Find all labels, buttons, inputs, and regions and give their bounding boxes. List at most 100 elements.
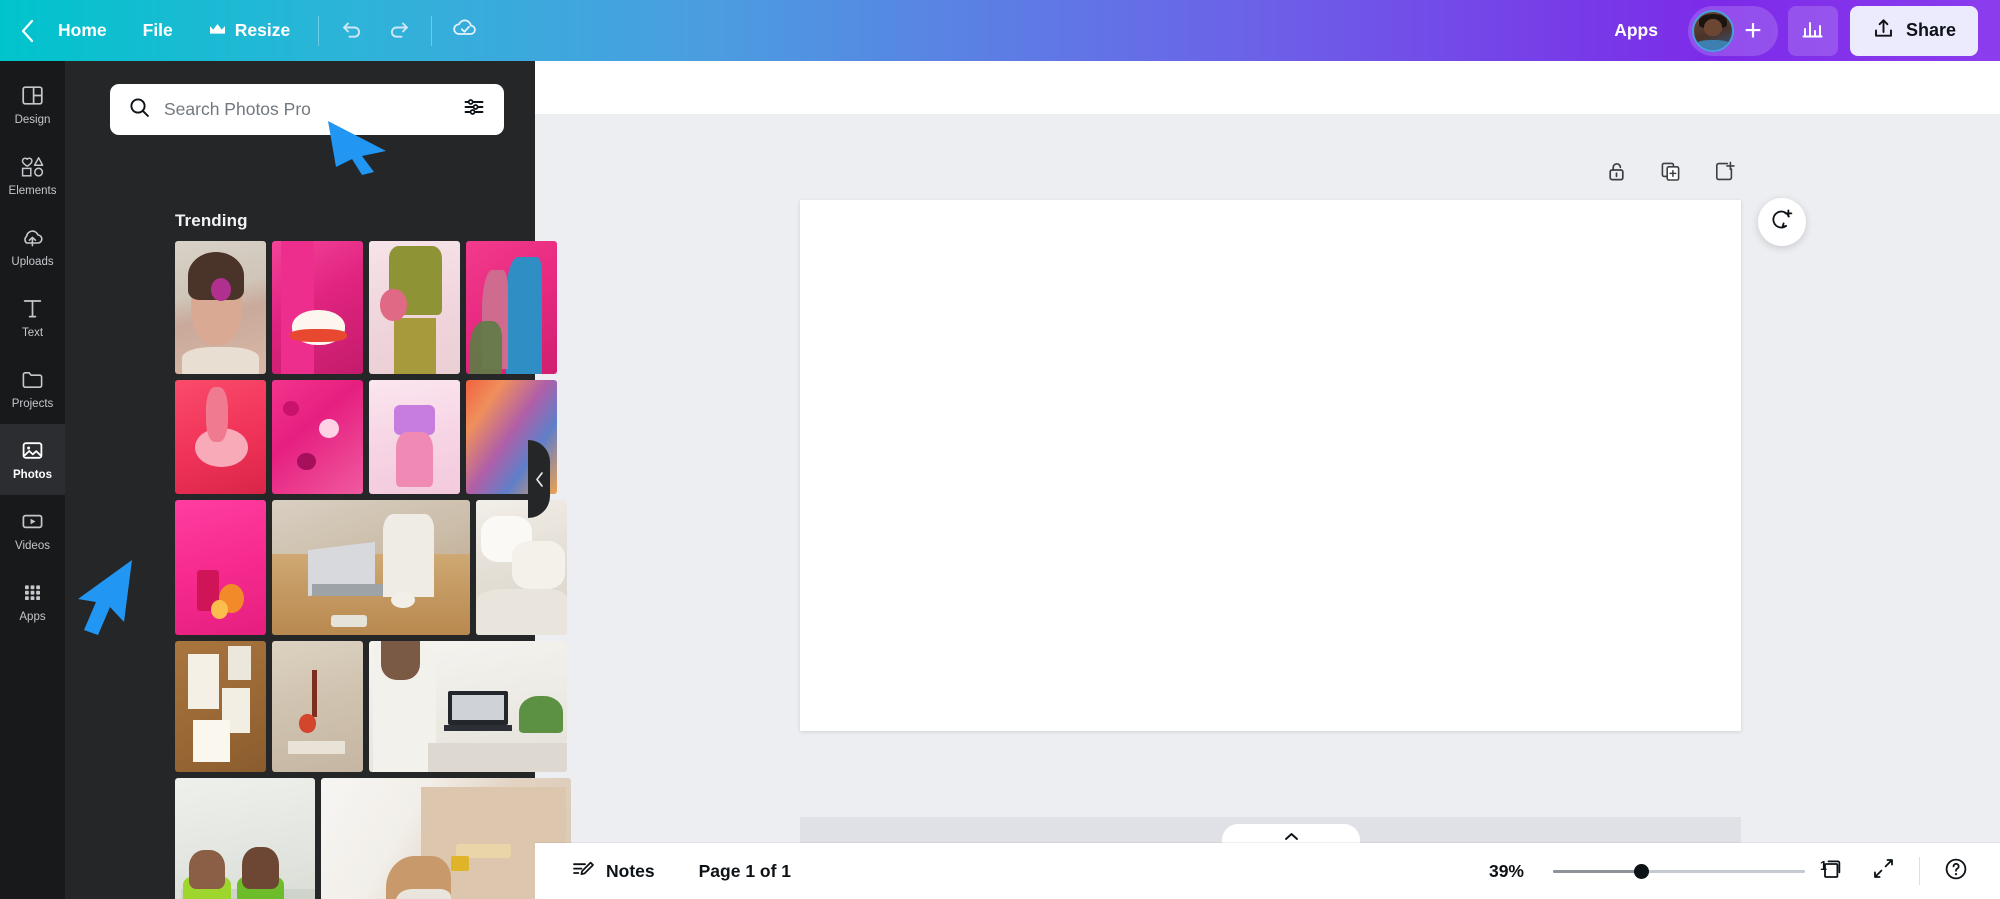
photo-woman-with-orchid-flower[interactable]: [175, 241, 266, 374]
sync-status-button[interactable]: [442, 8, 488, 54]
page-indicator[interactable]: Page 1 of 1: [687, 851, 803, 891]
fullscreen-button[interactable]: [1861, 849, 1905, 893]
photo-pink-confetti-flowers[interactable]: [272, 380, 363, 494]
redo-arrow-icon: [386, 16, 411, 46]
text-t-icon: [20, 296, 45, 321]
sidebar-item-videos[interactable]: Videos: [0, 495, 65, 566]
apps-menu-button[interactable]: Apps: [1596, 20, 1676, 41]
photo-candle-still-life-beige[interactable]: [272, 641, 363, 772]
layout-icon: [20, 83, 45, 108]
sidebar-label-design: Design: [15, 114, 51, 126]
design-page-canvas[interactable]: [800, 200, 1741, 731]
duplicate-page-icon: [1659, 160, 1682, 188]
search-bar: [110, 84, 504, 135]
insights-button[interactable]: [1788, 6, 1838, 56]
photo-row: [175, 241, 571, 374]
sidebar-item-uploads[interactable]: Uploads: [0, 211, 65, 282]
lock-page-icon: [1605, 160, 1628, 188]
cloud-check-icon: [451, 14, 479, 47]
account-group[interactable]: +: [1688, 6, 1778, 56]
back-button[interactable]: [14, 9, 40, 53]
panel-collapse-handle[interactable]: [528, 440, 550, 518]
zoom-slider-fill: [1553, 870, 1641, 873]
sidebar-item-elements[interactable]: Elements: [0, 140, 65, 211]
photos-panel: Trending: [65, 61, 535, 899]
redo-button[interactable]: [375, 8, 421, 54]
photo-white-bedding-pillows[interactable]: [476, 500, 567, 635]
search-box[interactable]: [110, 84, 504, 135]
photo-icon: [20, 438, 45, 463]
sidebar-item-design[interactable]: Design: [0, 69, 65, 140]
sidebar-item-text[interactable]: Text: [0, 282, 65, 353]
photo-row: [175, 778, 571, 899]
apps-label: Apps: [1614, 20, 1658, 40]
page-count-button[interactable]: 1: [1811, 849, 1855, 893]
grid-dots-icon: [20, 580, 45, 605]
sidebar-item-apps[interactable]: Apps: [0, 566, 65, 637]
bar-chart-icon: [1800, 16, 1825, 46]
file-label: File: [143, 20, 173, 41]
upload-cloud-icon: [19, 225, 46, 250]
help-button[interactable]: [1934, 849, 1978, 893]
photo-hand-holding-cake-slice[interactable]: [369, 380, 460, 494]
photo-person-holding-pink-pineapple[interactable]: [369, 241, 460, 374]
undo-arrow-icon: [340, 16, 365, 46]
add-comment-icon: [1769, 207, 1795, 238]
folder-icon: [20, 367, 45, 392]
add-page-icon: [1713, 160, 1736, 188]
add-page-button[interactable]: [1711, 161, 1737, 187]
canvas-work-area: + Add page: [535, 61, 2000, 899]
sidebar-item-projects[interactable]: Projects: [0, 353, 65, 424]
photo-cork-board-photo-collage[interactable]: [175, 641, 266, 772]
zoom-percent-label: 39%: [1470, 861, 1524, 882]
share-button[interactable]: Share: [1850, 6, 1978, 56]
add-comment-button[interactable]: [1758, 198, 1806, 246]
bottom-bar-divider: [1919, 857, 1920, 885]
photo-woman-painting-wall-roller[interactable]: [321, 778, 571, 899]
photo-person-working-at-laptop-desk[interactable]: [272, 500, 470, 635]
share-label: Share: [1906, 20, 1956, 41]
duplicate-page-button[interactable]: [1657, 161, 1683, 187]
bottom-status-bar: Notes Page 1 of 1 39% 1: [535, 843, 2000, 899]
photo-row: [175, 500, 571, 635]
sidebar-item-photos[interactable]: Photos: [0, 424, 65, 495]
photo-person-holding-sprinkle-cake[interactable]: [272, 241, 363, 374]
photo-row: [175, 641, 571, 772]
undo-button[interactable]: [329, 8, 375, 54]
canvas-top-strip: [535, 61, 2000, 114]
sidebar-label-text: Text: [22, 327, 43, 339]
home-label: Home: [58, 20, 107, 41]
notes-pencil-icon: [571, 857, 595, 886]
filter-button[interactable]: [460, 96, 488, 124]
search-icon: [128, 96, 151, 124]
zoom-slider-knob[interactable]: [1634, 864, 1649, 879]
section-title-trending: Trending: [175, 211, 248, 231]
toolbar-divider-1: [318, 16, 319, 46]
sidebar-label-photos: Photos: [13, 469, 52, 481]
notes-label: Notes: [606, 861, 655, 882]
page-count-label: 1: [1811, 849, 1837, 879]
page-toolbar: [1603, 161, 1737, 187]
notes-button[interactable]: Notes: [557, 851, 669, 891]
sidebar-label-apps: Apps: [19, 611, 45, 623]
video-icon: [20, 509, 45, 534]
photo-grid: [175, 241, 571, 899]
photo-two-women-doing-yoga[interactable]: [175, 778, 315, 899]
photo-pink-drink-with-citrus[interactable]: [175, 500, 266, 635]
photo-woman-on-video-call-laptop[interactable]: [369, 641, 567, 772]
resize-label: Resize: [235, 20, 290, 41]
photo-row: [175, 380, 571, 494]
photo-two-people-with-flowers[interactable]: [466, 241, 557, 374]
expand-diagonal-icon: [1871, 856, 1896, 886]
lock-page-button[interactable]: [1603, 161, 1629, 187]
search-input[interactable]: [164, 99, 460, 120]
file-menu-button[interactable]: File: [125, 9, 191, 53]
home-button[interactable]: Home: [40, 9, 125, 53]
photo-hands-in-pink-icing[interactable]: [175, 380, 266, 494]
avatar[interactable]: [1692, 10, 1734, 52]
toolbar-divider-2: [431, 16, 432, 46]
zoom-slider[interactable]: [1553, 861, 1805, 881]
add-collaborator-button[interactable]: +: [1738, 16, 1768, 46]
avatar-face: [1704, 19, 1721, 36]
resize-button[interactable]: Resize: [191, 9, 308, 53]
